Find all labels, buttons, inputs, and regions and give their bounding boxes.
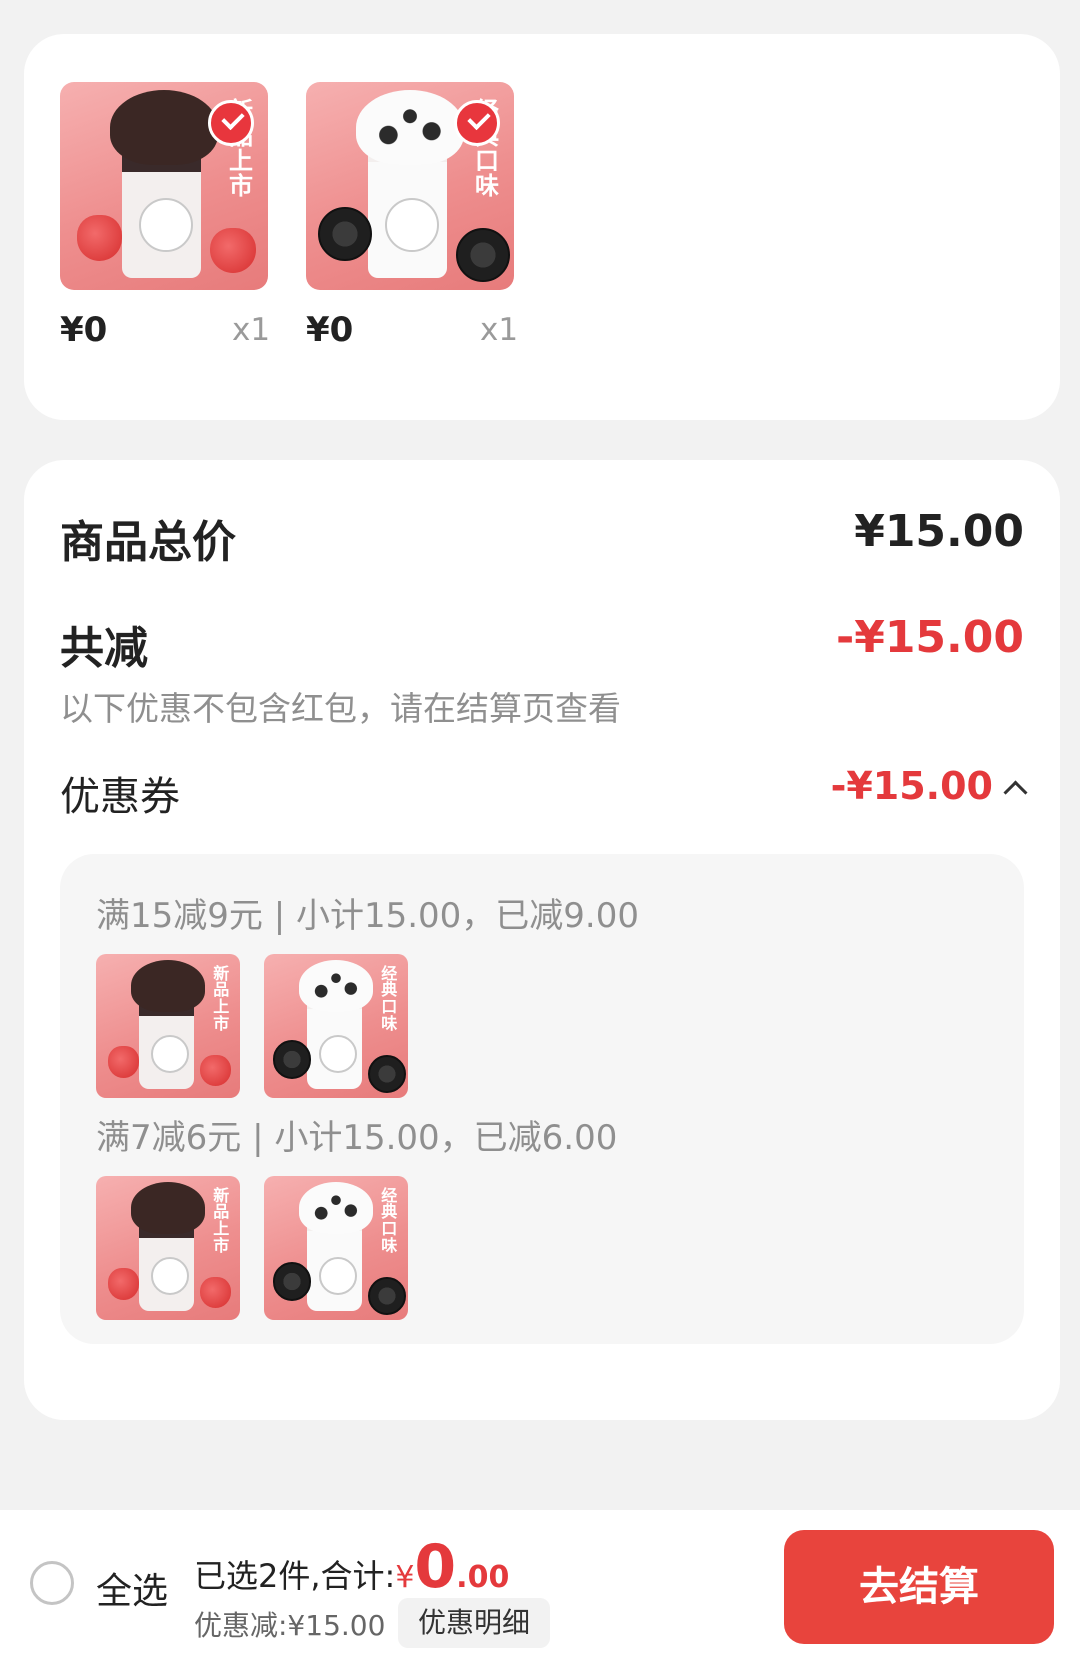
coupon-rule: 满7减6元 | 小计15.00，已减6.00	[96, 1118, 618, 1158]
oreo-soft-serve-illustration	[355, 90, 465, 166]
snow-king-mascot-icon	[150, 1034, 190, 1074]
total-reduction-value: -¥15.00	[835, 612, 1024, 663]
oreo-cookie-icon	[272, 1262, 312, 1301]
item-tag: 新品上市	[213, 1185, 230, 1255]
item-tag: 经典口味	[381, 1185, 398, 1255]
chocolate-swirl-illustration	[130, 959, 206, 1012]
item-tag: 经典口味	[381, 963, 398, 1033]
goods-total-label: 商品总价	[60, 517, 236, 568]
product-thumbnail[interactable]: 经典口味	[306, 82, 514, 290]
product-thumbnail[interactable]: 新品上市	[60, 82, 268, 290]
coupon-value: -¥15.00	[830, 764, 993, 808]
oreo-cookie-icon	[367, 1054, 407, 1094]
item-price: ¥0	[60, 310, 108, 350]
strawberry-icon	[107, 1268, 140, 1300]
snow-king-mascot-icon	[318, 1256, 358, 1296]
oreo-cookie-icon	[318, 206, 373, 261]
oreo-cookie-icon	[272, 1040, 312, 1079]
total-amount-integer: 0	[414, 1532, 457, 1602]
coupon-item-thumbnail: 新品上市	[96, 1176, 240, 1320]
checkout-bar: 全选 已选2件,合计: ¥ 0 .00 优惠减:¥15.00 优惠明细 去结算	[0, 1510, 1080, 1672]
total-currency: ¥	[395, 1560, 415, 1595]
item-quantity: x1	[480, 312, 519, 348]
item-quantity: x1	[232, 312, 271, 348]
oreo-cookie-icon	[367, 1276, 407, 1316]
snow-king-mascot-icon	[150, 1256, 190, 1296]
item-tag: 新品上市	[213, 963, 230, 1033]
selected-items-card: 新品上市 ¥0 x1 经典口味 ¥0 x1	[24, 34, 1060, 420]
goods-total-value: ¥15.00	[854, 506, 1024, 557]
selected-count-label: 已选2件,合计:	[194, 1557, 396, 1595]
discount-detail-button[interactable]: 优惠明细	[398, 1598, 550, 1648]
discount-note: 以下优惠不包含红包，请在结算页查看	[60, 689, 621, 728]
coupon-item-thumbnail: 经典口味	[264, 1176, 408, 1320]
oreo-soft-serve-illustration	[298, 959, 374, 1012]
strawberry-icon	[199, 1276, 232, 1309]
coupon-detail-panel: 满15减9元 | 小计15.00，已减9.00 新品上市 经典口味 满7减6元 …	[60, 854, 1024, 1344]
discount-amount: 优惠减:¥15.00	[194, 1609, 386, 1642]
selected-check-icon[interactable]	[208, 100, 254, 146]
coupon-item-thumbnail: 新品上市	[96, 954, 240, 1098]
strawberry-icon	[76, 215, 123, 261]
strawberry-icon	[199, 1054, 232, 1087]
snow-king-mascot-icon	[139, 198, 193, 253]
checkout-button[interactable]: 去结算	[784, 1530, 1054, 1644]
selected-total: 已选2件,合计: ¥ 0 .00	[194, 1532, 509, 1602]
coupon-item-thumbnail: 经典口味	[264, 954, 408, 1098]
oreo-cookie-icon	[455, 227, 510, 282]
chocolate-swirl-illustration	[109, 90, 219, 166]
oreo-soft-serve-illustration	[298, 1181, 374, 1234]
coupon-rule: 满15减9元 | 小计15.00，已减9.00	[96, 896, 640, 936]
total-amount-decimal: .00	[456, 1560, 510, 1595]
price-summary-card: 商品总价 ¥15.00 共减 -¥15.00 以下优惠不包含红包，请在结算页查看…	[24, 460, 1060, 1420]
snow-king-mascot-icon	[385, 198, 439, 253]
coupon-toggle[interactable]: -¥15.00	[830, 764, 1028, 808]
select-all-label[interactable]: 全选	[96, 1562, 168, 1614]
chevron-up-icon	[1003, 779, 1028, 805]
chocolate-swirl-illustration	[130, 1181, 206, 1234]
strawberry-icon	[209, 227, 256, 274]
selected-check-icon[interactable]	[454, 100, 500, 146]
snow-king-mascot-icon	[318, 1034, 358, 1074]
coupon-label: 优惠券	[60, 774, 180, 820]
strawberry-icon	[107, 1046, 140, 1078]
item-price: ¥0	[306, 310, 354, 350]
select-all-radio[interactable]	[30, 1561, 74, 1605]
total-reduction-label: 共减	[60, 623, 148, 674]
